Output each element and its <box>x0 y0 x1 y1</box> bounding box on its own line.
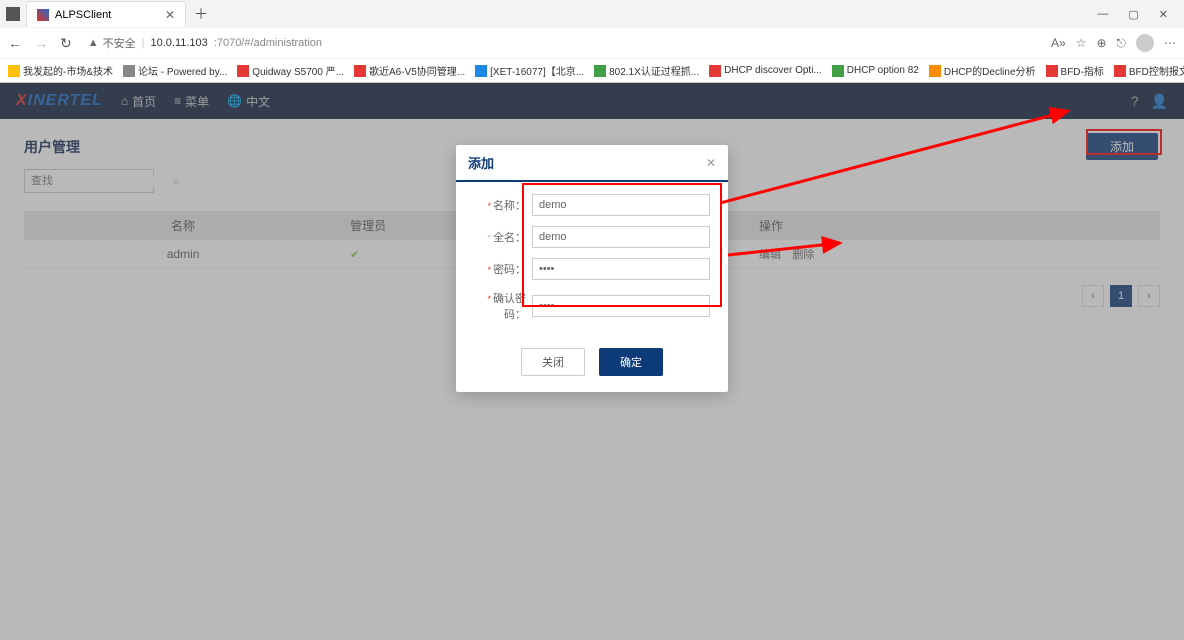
bookmark-item[interactable]: 论坛 - Powered by... <box>123 63 227 78</box>
confirm-input[interactable] <box>532 295 710 317</box>
bookmark-item[interactable]: 我发起的-市场&技术 <box>8 63 113 78</box>
fullname-input[interactable] <box>532 226 710 248</box>
favorites-icon[interactable]: ☆ <box>1076 36 1087 50</box>
app-window-icon <box>6 7 20 21</box>
reading-list-icon[interactable]: ⊕ <box>1096 36 1106 50</box>
address-bar: ← → ↻ ▲ 不安全 | 10.0.11.103:7070/#/adminis… <box>0 28 1184 58</box>
close-window-icon[interactable]: ✕ <box>1155 4 1172 25</box>
address-icons: A» ☆ ⊕ ⎋ ⋯ <box>1051 34 1176 52</box>
more-icon[interactable]: ⋯ <box>1164 36 1176 50</box>
back-icon[interactable]: ← <box>8 35 22 51</box>
modal-body: *名称： *全名： *密码： *确认密码： <box>456 182 728 338</box>
app-wrapper: XINERTEL ⌂首页 ≡菜单 🌐中文 ? 👤 用户管理 添加 ⌕ 名称 管理… <box>0 83 1184 640</box>
url-host: 10.0.11.103 <box>150 37 207 49</box>
window-controls: — ▢ ✕ <box>1093 4 1184 25</box>
bookmark-icon <box>1046 65 1058 77</box>
forward-icon[interactable]: → <box>34 35 48 51</box>
maximize-icon[interactable]: ▢ <box>1124 4 1142 25</box>
field-fullname: *全名： <box>474 226 710 248</box>
bookmark-icon <box>929 65 941 77</box>
tab-close-icon[interactable]: ✕ <box>165 8 175 22</box>
tab-favicon-icon <box>37 9 49 21</box>
bookmark-item[interactable]: DHCP option 82 <box>832 65 919 77</box>
warning-icon: ▲ <box>88 37 99 49</box>
browser-chrome: ALPSClient ✕ ＋ — ▢ ✕ ← → ↻ ▲ 不安全 | 10.0.… <box>0 0 1184 83</box>
new-tab-button[interactable]: ＋ <box>186 4 216 24</box>
close-button[interactable]: 关闭 <box>521 348 585 376</box>
bookmark-icon <box>594 65 606 77</box>
url-path: :7070/#/administration <box>214 37 322 49</box>
bookmark-item[interactable]: BFD控制报文格式 <box>1114 63 1184 78</box>
bookmark-item[interactable]: BFD-指标 <box>1046 63 1104 78</box>
tab-bar: ALPSClient ✕ ＋ — ▢ ✕ <box>0 0 1184 28</box>
minimize-icon[interactable]: — <box>1093 4 1112 25</box>
nav-icons: ← → ↻ <box>8 35 72 52</box>
tab-title: ALPSClient <box>55 9 111 21</box>
watermark: @51CTO博客 <box>1114 621 1176 636</box>
field-name: *名称： <box>474 194 710 216</box>
modal-close-icon[interactable]: ✕ <box>706 156 716 170</box>
bookmark-item[interactable]: [XET-16077]【北京... <box>475 63 584 78</box>
bookmark-item[interactable]: Quidway S5700 严... <box>237 63 344 78</box>
bookmark-icon <box>709 65 721 77</box>
bookmark-icon <box>237 65 249 77</box>
profile-avatar-icon[interactable] <box>1136 34 1154 52</box>
bookmark-item[interactable]: 歌近A6-V5协同管理... <box>354 63 465 78</box>
bookmark-icon <box>123 65 135 77</box>
field-confirm: *确认密码： <box>474 290 710 322</box>
bookmark-icon <box>475 65 487 77</box>
bookmark-item[interactable]: 802.1X认证过程抓... <box>594 63 699 78</box>
bookmark-icon <box>354 65 366 77</box>
bookmark-icon <box>832 65 844 77</box>
insecure-badge: ▲ 不安全 <box>88 35 136 51</box>
bookmark-icon <box>1114 65 1126 77</box>
ok-button[interactable]: 确定 <box>599 348 663 376</box>
field-password: *密码： <box>474 258 710 280</box>
modal-footer: 关闭 确定 <box>456 338 728 392</box>
bookmark-item[interactable]: DHCP discover Opti... <box>709 65 822 77</box>
modal-header: 添加 ✕ <box>456 145 728 182</box>
bookmark-item[interactable]: DHCP的Decline分析 <box>929 63 1036 78</box>
browser-tab[interactable]: ALPSClient ✕ <box>26 1 186 27</box>
bookmark-icon <box>8 65 20 77</box>
collections-icon[interactable]: ⎋ <box>1117 36 1127 51</box>
password-input[interactable] <box>532 258 710 280</box>
add-user-modal: 添加 ✕ *名称： *全名： *密码： *确认密码： 关闭 确 <box>456 145 728 392</box>
modal-title: 添加 <box>468 153 494 172</box>
bookmarks-bar: 我发起的-市场&技术 论坛 - Powered by... Quidway S5… <box>0 58 1184 82</box>
refresh-icon[interactable]: ↻ <box>60 35 72 52</box>
voice-search-icon[interactable]: A» <box>1051 36 1066 50</box>
name-input[interactable] <box>532 194 710 216</box>
url-box[interactable]: ▲ 不安全 | 10.0.11.103:7070/#/administratio… <box>82 32 1041 54</box>
